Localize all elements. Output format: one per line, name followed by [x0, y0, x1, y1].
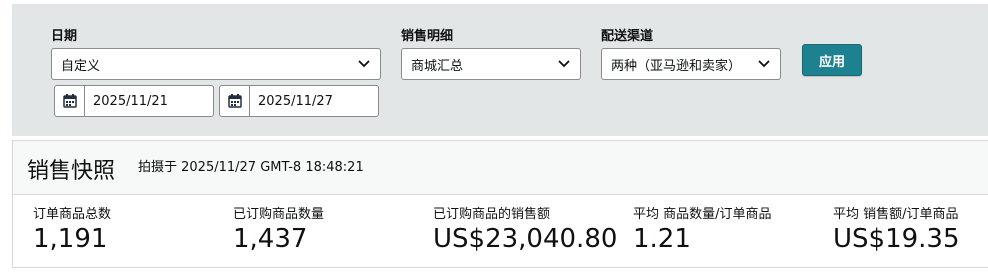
- metric-value: 1,437: [233, 224, 308, 254]
- date-range-value: 自定义: [61, 58, 101, 74]
- snapshot-timestamp: 拍摄于 2025/11/27 GMT-8 18:48:21: [138, 160, 364, 175]
- metric-total-order-items: 订单商品总数 1,191: [33, 203, 111, 254]
- metric-label: 平均 销售额/订单商品: [833, 207, 959, 222]
- channel-value: 两种（亚马逊和卖家）: [611, 58, 742, 74]
- date-label: 日期: [51, 29, 78, 44]
- filter-panel: 日期 自定义 销售明细 商城汇总 配送渠道 两种（亚马逊和卖家） 应用 2025…: [12, 4, 988, 136]
- snapshot-title: 销售快照: [27, 159, 116, 184]
- end-date-field[interactable]: 2025/11/27: [219, 85, 379, 117]
- metric-ordered-product-sales: 已订购商品的销售额 US$23,040.80: [433, 203, 617, 254]
- metric-value: US$19.35: [833, 224, 960, 254]
- metric-units-ordered: 已订购商品数量 1,437: [233, 203, 324, 254]
- date-range-select[interactable]: 自定义: [51, 48, 381, 80]
- snapshot-header: 销售快照 拍摄于 2025/11/27 GMT-8 18:48:21: [13, 141, 988, 195]
- chevron-down-icon: [558, 60, 570, 68]
- channel-select[interactable]: 两种（亚马逊和卖家）: [601, 48, 781, 80]
- end-date-value: 2025/11/27: [258, 93, 333, 109]
- calendar-icon[interactable]: [55, 86, 85, 116]
- channel-label: 配送渠道: [601, 29, 654, 44]
- apply-button[interactable]: 应用: [802, 44, 862, 76]
- chevron-down-icon: [358, 60, 370, 68]
- metric-value: 1,191: [33, 224, 108, 254]
- chevron-down-icon: [758, 60, 770, 68]
- metric-value: US$23,040.80: [433, 224, 618, 254]
- metric-avg-units-per-order-item: 平均 商品数量/订单商品 1.21: [633, 203, 772, 254]
- calendar-icon[interactable]: [220, 86, 250, 116]
- sales-detail-value: 商城汇总: [411, 58, 464, 74]
- metric-value: 1.21: [633, 224, 691, 254]
- metric-label: 订单商品总数: [33, 207, 112, 222]
- sales-detail-label: 销售明细: [401, 29, 454, 44]
- start-date-value: 2025/11/21: [93, 93, 168, 109]
- start-date-field[interactable]: 2025/11/21: [54, 85, 214, 117]
- metric-label: 已订购商品数量: [233, 207, 325, 222]
- sales-snapshot-panel: 销售快照 拍摄于 2025/11/27 GMT-8 18:48:21 订单商品总…: [12, 140, 988, 268]
- metric-label: 已订购商品的销售额: [433, 207, 551, 222]
- sales-detail-select[interactable]: 商城汇总: [401, 48, 581, 80]
- metric-avg-sales-per-order-item: 平均 销售额/订单商品 US$19.35: [833, 203, 960, 254]
- metric-label: 平均 商品数量/订单商品: [633, 207, 772, 222]
